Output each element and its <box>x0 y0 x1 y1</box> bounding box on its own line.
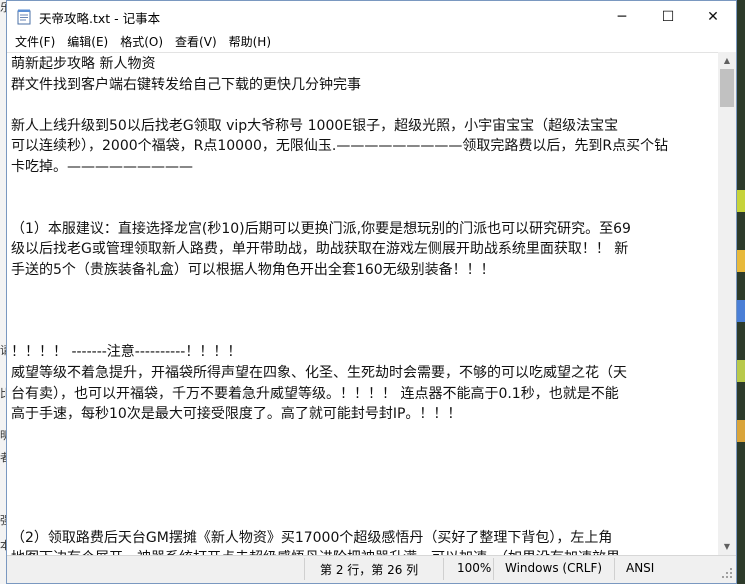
text-line: （1）本服建议：直接选择龙宫(秒10)后期可以更换门派,你要是想玩别的门派也可以… <box>11 220 631 237</box>
background-graphic <box>737 190 745 212</box>
text-line: 威望等级不着急提升，开福袋所得声望在四象、化圣、生死劫时会需要，不够的可以吃威望… <box>11 364 627 381</box>
title-bar[interactable]: 天帝攻略.txt - 记事本 ─ ☐ ✕ <box>7 1 736 32</box>
text-line <box>11 281 716 302</box>
background-graphic <box>737 420 745 442</box>
text-line: （2）领取路费后天台GM摆摊《新人物资》买17000个超级感悟丹（买好了整理下背… <box>11 529 613 546</box>
menu-edit[interactable]: 编辑(E) <box>61 32 114 52</box>
cursor-position: 第 2 行，第 26 列 <box>320 563 419 577</box>
text-line <box>11 486 716 507</box>
zoom-level: 100% <box>457 561 492 575</box>
text-line <box>11 425 716 446</box>
text-line: 卡吃掉。————————— <box>11 158 193 175</box>
status-separator <box>443 558 444 580</box>
text-line <box>11 507 716 528</box>
resize-grip-icon[interactable] <box>720 566 734 580</box>
minimize-button[interactable]: ─ <box>599 1 645 32</box>
text-line <box>11 178 716 199</box>
text-line: 新人上线升级到50以后找老G领取 vip大爷称号 1000E银子，超级光照，小宇… <box>11 117 619 134</box>
status-separator <box>304 558 305 580</box>
scroll-up-button[interactable]: ▲ <box>718 52 736 69</box>
maximize-icon: ☐ <box>661 8 675 25</box>
close-icon: ✕ <box>707 8 719 25</box>
text-line: 地图下边有个展开，神器系统打开点击超级感悟丹进阶把神器升满，可以加速。（如果没有… <box>11 548 716 555</box>
status-separator <box>614 558 615 580</box>
text-line <box>11 322 716 343</box>
menu-format[interactable]: 格式(O) <box>114 32 169 52</box>
scroll-down-button[interactable]: ▼ <box>718 538 736 555</box>
notepad-window: 天帝攻略.txt - 记事本 ─ ☐ ✕ 文件(F) 编辑(E) 格式(O) 查… <box>6 0 737 584</box>
text-line: 萌新起步攻略 新人物资 <box>11 56 156 72</box>
menu-file[interactable]: 文件(F) <box>9 32 61 52</box>
background-graphic <box>737 300 745 322</box>
window-title: 天帝攻略.txt - 记事本 <box>39 11 161 26</box>
text-line <box>11 466 716 487</box>
document-text[interactable]: 萌新起步攻略 新人物资群文件找到客户端右键转发给自己下载的更快几分钟完事新人上线… <box>11 54 716 555</box>
text-line: ！！！！ -------注意----------！！！！ <box>11 344 242 361</box>
background-graphic <box>737 360 745 382</box>
text-line: 级以后找老G或管理领取新人路费，单开带助战，助战获取在游戏左侧展开助战系统里面获… <box>11 241 629 258</box>
status-bar: 第 2 行，第 26 列 100% Windows (CRLF) ANSI <box>7 555 736 583</box>
minimize-icon: ─ <box>617 8 627 25</box>
scroll-thumb[interactable] <box>720 69 734 107</box>
menu-bar: 文件(F) 编辑(E) 格式(O) 查看(V) 帮助(H) <box>7 32 736 52</box>
notepad-icon <box>17 9 31 25</box>
status-separator <box>493 558 494 580</box>
text-line: 台有卖），也可以开福袋，千万不要着急升威望等级。！！！！ 连点器不能高于0.1秒… <box>11 385 619 402</box>
text-line <box>11 198 716 219</box>
text-line <box>11 301 716 322</box>
encoding: ANSI <box>626 561 655 575</box>
chevron-up-icon: ▲ <box>723 56 731 65</box>
text-line: 可以连续秒），2000个福袋，R点10000，无限仙玉.—————————领取完… <box>11 138 669 155</box>
background-window-right <box>737 0 745 584</box>
text-line: 高于手速，每秒10次是最大可接受限度了。高了就可能封号封IP。！！！ <box>11 406 462 423</box>
chevron-down-icon: ▼ <box>723 542 731 551</box>
background-graphic <box>737 250 745 272</box>
text-line <box>11 95 716 116</box>
text-line: 群文件找到客户端右键转发给自己下载的更快几分钟完事 <box>11 76 361 93</box>
text-editor[interactable]: 萌新起步攻略 新人物资群文件找到客户端右键转发给自己下载的更快几分钟完事新人上线… <box>7 52 718 555</box>
close-button[interactable]: ✕ <box>690 1 736 32</box>
text-line: 手送的5个（贵族装备礼盒）可以根据人物角色开出全套160无级别装备！！！ <box>11 261 495 278</box>
menu-view[interactable]: 查看(V) <box>169 32 223 52</box>
text-line <box>11 445 716 466</box>
line-ending: Windows (CRLF) <box>505 561 603 575</box>
vertical-scrollbar[interactable]: ▲ ▼ <box>718 52 736 555</box>
maximize-button[interactable]: ☐ <box>645 1 691 32</box>
menu-help[interactable]: 帮助(H) <box>223 32 277 52</box>
